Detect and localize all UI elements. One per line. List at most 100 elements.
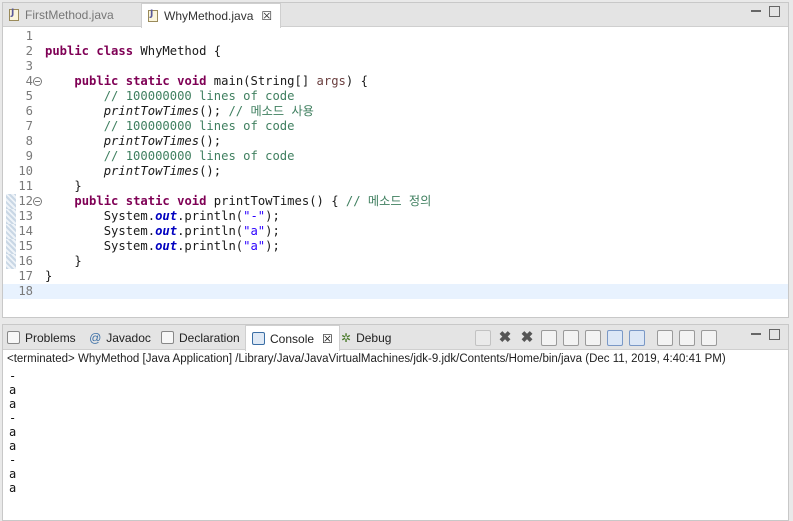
tab-first-method[interactable]: FirstMethod.java bbox=[9, 3, 114, 27]
code-token: WhyMethod { bbox=[133, 44, 222, 58]
code-line[interactable]: 16 } bbox=[3, 254, 788, 269]
fold-icon[interactable] bbox=[33, 77, 42, 86]
code-token: "a" bbox=[243, 239, 266, 253]
maximize-icon[interactable] bbox=[769, 6, 780, 17]
code-token: ) { bbox=[345, 74, 368, 88]
tab-console[interactable]: Console ☒ bbox=[245, 325, 340, 351]
output-line: a bbox=[9, 397, 17, 411]
minimize-icon[interactable] bbox=[751, 325, 761, 335]
output-line: - bbox=[9, 369, 17, 383]
maximize-icon[interactable] bbox=[769, 329, 780, 340]
code-token: printTowTimes() { bbox=[206, 194, 346, 208]
code-token: out bbox=[155, 239, 178, 253]
scroll-lock-icon[interactable] bbox=[563, 330, 579, 346]
code-token: ); bbox=[265, 224, 280, 238]
code-token: static bbox=[125, 74, 170, 88]
java-file-icon bbox=[9, 8, 19, 21]
show-on-stdout-icon[interactable] bbox=[607, 330, 623, 346]
line-text: } bbox=[45, 254, 82, 269]
terminate-icon[interactable] bbox=[475, 330, 491, 346]
code-line[interactable]: 17} bbox=[3, 269, 788, 284]
output-line: a bbox=[9, 467, 17, 481]
editor-tab-bar: FirstMethod.java WhyMethod.java ☒ bbox=[3, 3, 788, 28]
line-number: 3 bbox=[25, 59, 33, 73]
line-number: 17 bbox=[18, 269, 33, 283]
code-line[interactable]: 9 // 100000000 lines of code bbox=[3, 149, 788, 164]
open-console-icon[interactable] bbox=[701, 330, 717, 346]
tab-why-method[interactable]: WhyMethod.java ☒ bbox=[141, 3, 281, 28]
pin-console-icon[interactable] bbox=[657, 330, 673, 346]
display-console-icon[interactable] bbox=[679, 330, 695, 346]
remove-launch-icon[interactable]: ✖ bbox=[497, 330, 513, 346]
output-line: - bbox=[9, 411, 17, 425]
code-line[interactable]: 6 printTowTimes(); // 메소드 사용 bbox=[3, 104, 788, 119]
code-line[interactable]: 3 bbox=[3, 59, 788, 74]
code-token: // 100000000 lines of code bbox=[103, 149, 295, 163]
line-text: } bbox=[45, 179, 81, 194]
code-line[interactable]: 14 System.out.println("a"); bbox=[3, 224, 788, 239]
clear-console-icon[interactable] bbox=[541, 330, 557, 346]
console-output[interactable]: -aa-aa-aa bbox=[9, 369, 16, 495]
tab-problems[interactable]: Problems bbox=[7, 325, 76, 350]
tab-label: Javadoc bbox=[106, 330, 151, 345]
tab-declaration[interactable]: Declaration bbox=[161, 325, 240, 350]
line-text: System.out.println("a"); bbox=[45, 224, 280, 239]
line-text: } bbox=[45, 269, 52, 284]
output-line: a bbox=[9, 481, 17, 495]
show-on-stderr-icon[interactable] bbox=[629, 330, 645, 346]
line-number: 6 bbox=[25, 104, 33, 118]
view-window-controls bbox=[751, 329, 780, 340]
code-line[interactable]: 8 printTowTimes(); bbox=[3, 134, 788, 149]
code-token: printTowTimes bbox=[103, 104, 200, 118]
code-token: (); bbox=[199, 164, 222, 178]
line-number: 18 bbox=[18, 284, 33, 298]
line-text: // 100000000 lines of code bbox=[45, 89, 295, 104]
console-view: Problems @ Javadoc Declaration Console ☒… bbox=[2, 324, 789, 521]
line-number: 5 bbox=[25, 89, 33, 103]
close-tab-icon[interactable]: ☒ bbox=[322, 332, 333, 346]
code-token: } bbox=[45, 254, 82, 268]
fold-icon[interactable] bbox=[33, 197, 42, 206]
code-token: printTowTimes bbox=[103, 134, 200, 148]
code-token: System. bbox=[45, 224, 156, 238]
code-line[interactable]: 1 bbox=[3, 29, 788, 44]
code-line[interactable]: 11 } bbox=[3, 179, 788, 194]
line-number: 14 bbox=[18, 224, 33, 238]
code-line[interactable]: 13 System.out.println("-"); bbox=[3, 209, 788, 224]
tab-javadoc[interactable]: @ Javadoc bbox=[89, 325, 151, 350]
line-number: 4 bbox=[25, 74, 33, 88]
code-line[interactable]: 2 public class WhyMethod { bbox=[3, 44, 788, 59]
tab-debug[interactable]: ✲ Debug bbox=[341, 325, 391, 350]
code-line[interactable]: 18 bbox=[3, 284, 788, 299]
tab-label: Debug bbox=[356, 330, 392, 345]
editor-window-controls bbox=[751, 6, 780, 17]
code-line[interactable]: 5 // 100000000 lines of code bbox=[3, 89, 788, 104]
code-token: void bbox=[177, 74, 207, 88]
line-number: 2 bbox=[25, 44, 33, 58]
code-line[interactable]: 15 System.out.println("a"); bbox=[3, 239, 788, 254]
minimize-icon[interactable] bbox=[751, 2, 761, 12]
line-text: printTowTimes(); // 메소드 사용 bbox=[45, 104, 314, 119]
line-number: 12 bbox=[18, 194, 33, 208]
output-line: - bbox=[9, 453, 17, 467]
output-line: a bbox=[9, 439, 17, 453]
word-wrap-icon[interactable] bbox=[585, 330, 601, 346]
code-token: // 100000000 lines of code bbox=[103, 89, 295, 103]
code-line[interactable]: 4 public static void main(String[] args)… bbox=[3, 74, 788, 89]
remove-all-terminated-icon[interactable]: ✖ bbox=[519, 330, 535, 346]
code-editor[interactable]: FirstMethod.java WhyMethod.java ☒ 12 publ… bbox=[2, 2, 789, 318]
output-line: a bbox=[9, 383, 17, 397]
tab-label: Declaration bbox=[179, 330, 240, 345]
code-line[interactable]: 12 public static void printTowTimes() { … bbox=[3, 194, 788, 209]
code-line[interactable]: 7 // 100000000 lines of code bbox=[3, 119, 788, 134]
code-line[interactable]: 10 printTowTimes(); bbox=[3, 164, 788, 179]
code-area[interactable]: 1 2 public class WhyMethod {3 4 public stat… bbox=[3, 29, 788, 317]
close-tab-icon[interactable]: ☒ bbox=[261, 9, 272, 23]
code-token: (); bbox=[199, 134, 222, 148]
